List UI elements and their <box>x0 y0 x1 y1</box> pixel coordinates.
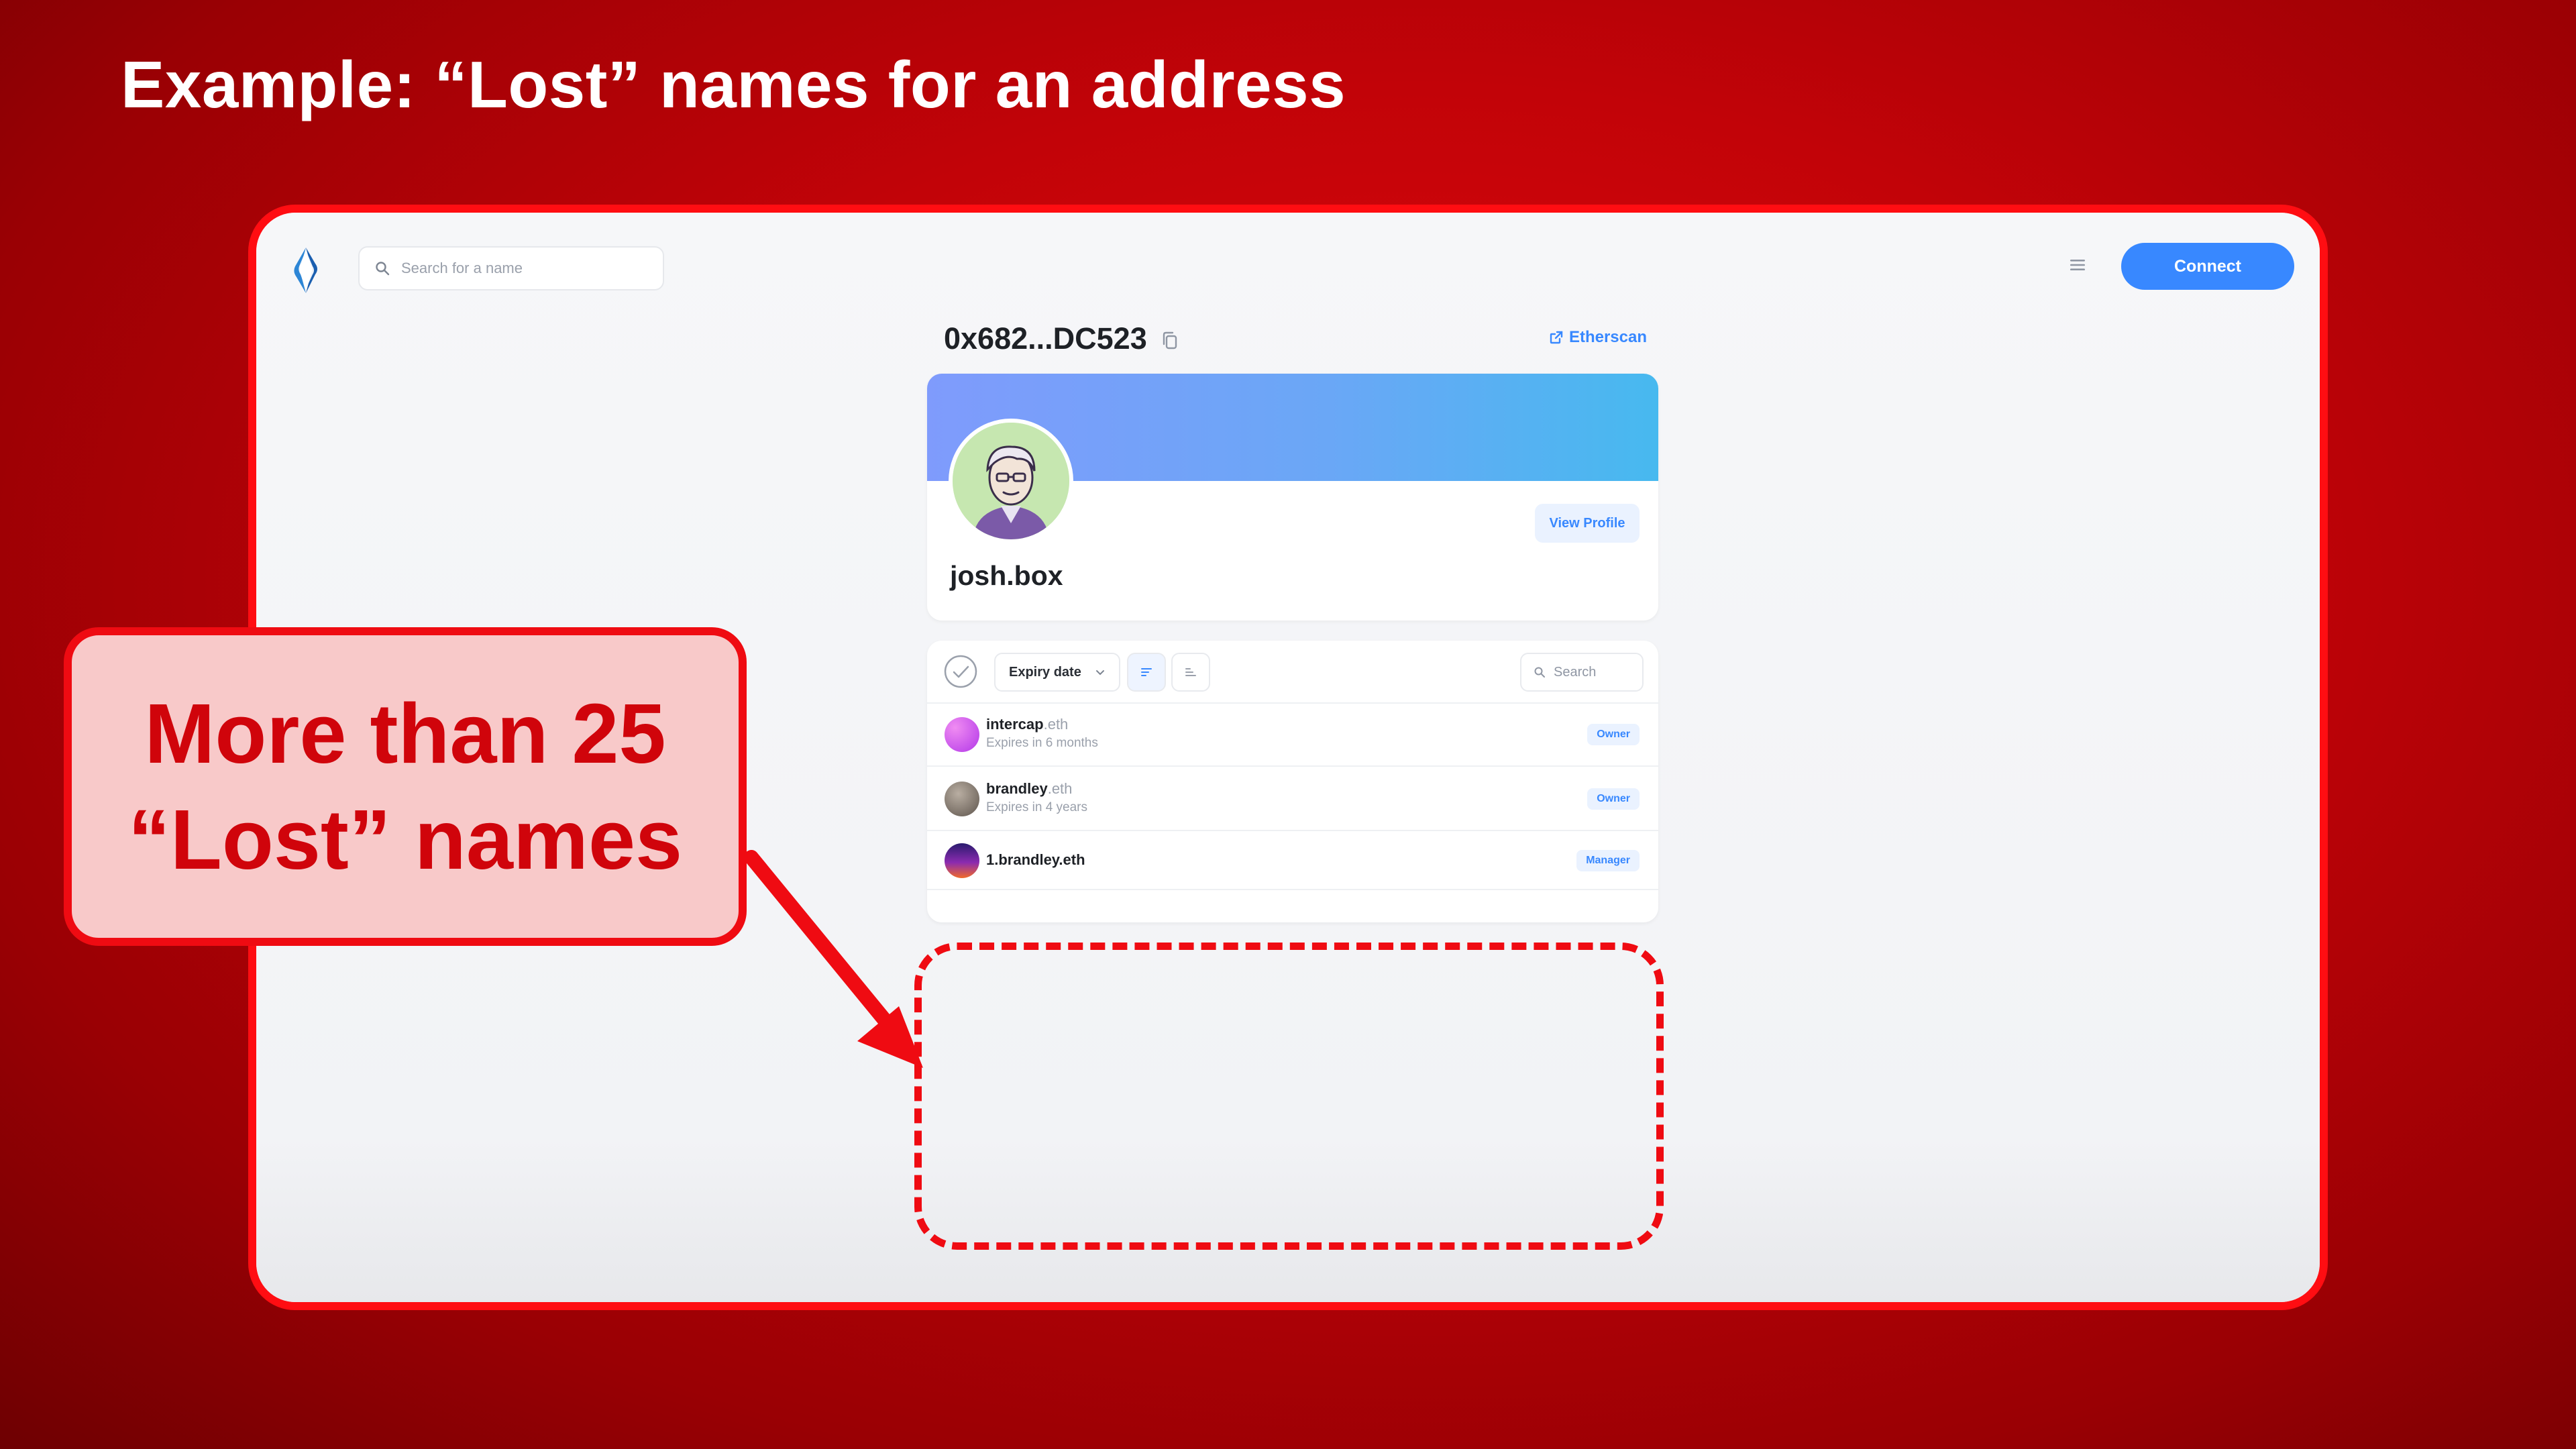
copy-icon[interactable] <box>1161 331 1179 351</box>
name-label: 1.brandley.eth <box>986 851 1085 868</box>
etherscan-label: Etherscan <box>1568 328 1647 346</box>
sort-by-select[interactable]: Expiry date <box>994 653 1120 692</box>
name-row[interactable]: 1.brandley.eth Manager <box>927 831 1658 890</box>
name-avatar <box>945 782 979 816</box>
callout-box: More than 25 “Lost” names <box>64 627 747 946</box>
callout-line-2: “Lost” names <box>127 792 683 887</box>
role-badge: Manager <box>1576 850 1640 871</box>
callout-line-1: More than 25 <box>144 686 666 781</box>
name-avatar <box>945 717 979 752</box>
names-search-input[interactable] <box>1552 663 1635 681</box>
name-expiry: Expires in 4 years <box>986 800 1088 814</box>
view-profile-button[interactable]: View Profile <box>1535 504 1640 543</box>
chevron-down-icon <box>1096 670 1104 676</box>
profile-avatar-illustration <box>953 423 1069 539</box>
name-search-field[interactable] <box>358 246 664 290</box>
external-link-icon <box>1550 331 1563 344</box>
lost-names-highlight <box>914 943 1664 1250</box>
hamburger-menu-icon[interactable] <box>2069 257 2086 273</box>
top-bar: Connect <box>256 213 2320 293</box>
name-search-input[interactable] <box>400 259 644 278</box>
sort-descending-button[interactable] <box>1171 653 1210 692</box>
name-label: intercap.eth <box>986 716 1069 733</box>
names-list-toolbar: Expiry date <box>927 641 1658 704</box>
name-expiry: Expires in 6 months <box>986 736 1098 750</box>
name-label: brandley.eth <box>986 780 1073 797</box>
profile-name: josh.box <box>950 560 1063 591</box>
search-icon <box>376 262 390 276</box>
role-badge: Owner <box>1587 724 1640 745</box>
address-header: 0x682...DC523 Etherscan <box>936 315 1667 362</box>
name-row[interactable]: brandley.eth Expires in 4 years Owner <box>927 767 1658 831</box>
profile-avatar <box>949 419 1073 543</box>
wallet-address: 0x682...DC523 <box>944 321 1147 356</box>
slide-title: Example: “Lost” names for an address <box>121 48 1346 121</box>
sort-ascending-button[interactable] <box>1127 653 1166 692</box>
sort-descending-icon <box>1185 668 1196 676</box>
select-all-checkbox-icon[interactable] <box>943 654 978 689</box>
etherscan-link[interactable]: Etherscan <box>1549 328 1647 347</box>
names-search-field[interactable] <box>1520 653 1644 692</box>
names-list-card: Expiry date intercap.eth Expires in 6 mo… <box>927 641 1658 922</box>
sort-by-label: Expiry date <box>1009 664 1081 680</box>
sort-ascending-icon <box>1141 668 1152 676</box>
name-row[interactable]: intercap.eth Expires in 6 months Owner <box>927 702 1658 767</box>
search-icon <box>1534 667 1545 678</box>
role-badge: Owner <box>1587 788 1640 810</box>
connect-button[interactable]: Connect <box>2121 243 2294 290</box>
profile-card: View Profile josh.box <box>927 374 1658 621</box>
name-avatar <box>945 843 979 878</box>
ens-logo-icon[interactable] <box>286 246 326 294</box>
